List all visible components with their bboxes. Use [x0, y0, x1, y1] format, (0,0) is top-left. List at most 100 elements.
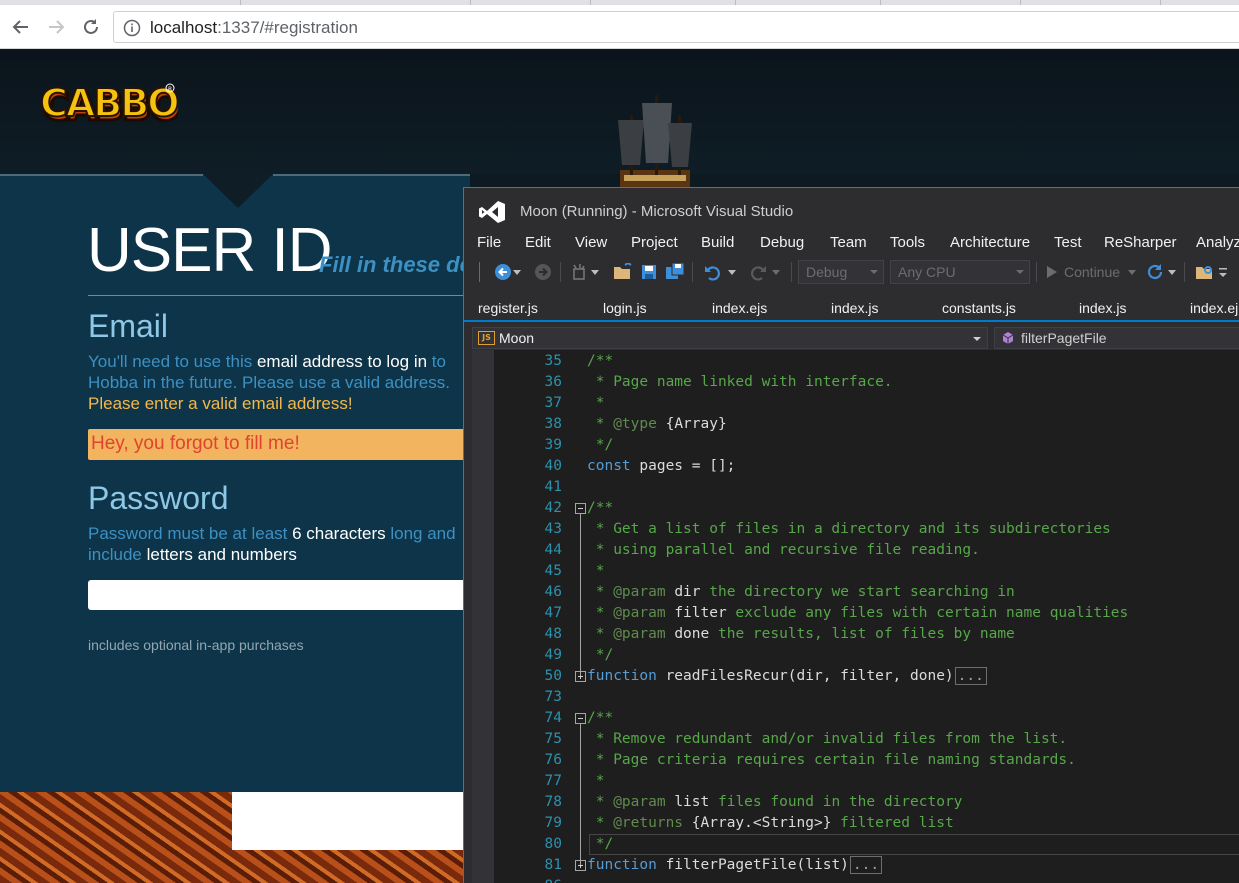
code-line[interactable]: 37 *	[494, 393, 1239, 414]
vs-titlebar[interactable]: Moon (Running) - Microsoft Visual Studio	[464, 188, 1239, 232]
navigation-bar: JS Moon filterPagetFile	[472, 326, 1239, 350]
back-circle-icon	[495, 264, 511, 280]
code-token: *	[587, 416, 614, 432]
code-line[interactable]: 36 * Page name linked with interface.	[494, 372, 1239, 393]
menu-test[interactable]: Test	[1054, 234, 1082, 251]
line-number: 41	[544, 479, 562, 495]
email-field[interactable]: Hey, you forgot to fill me!	[88, 429, 470, 460]
code-line[interactable]: 35 /**	[494, 351, 1239, 372]
code-line[interactable]: 47 * @param filter exclude any files wit…	[494, 603, 1239, 624]
continue-button[interactable]: Continue	[1064, 264, 1120, 280]
code-line[interactable]: 74 /**	[494, 708, 1239, 729]
menu-view[interactable]: View	[575, 234, 607, 251]
code-line[interactable]: 43 * Get a list of files in a directory …	[494, 519, 1239, 540]
code-line[interactable]: 81 function filterPagetFile(list)...	[494, 855, 1239, 876]
code-line[interactable]: 76 * Page criteria requires certain file…	[494, 750, 1239, 771]
code-line[interactable]: 38 * @type {Array}	[494, 414, 1239, 435]
back-button[interactable]	[8, 14, 34, 40]
page-subtitle: Fill in these de	[319, 252, 472, 277]
tab-register-js[interactable]: register.js	[478, 300, 538, 316]
code-line[interactable]: 48 * @param done the results, list of fi…	[494, 624, 1239, 645]
tab-index-js-2[interactable]: index.js	[1079, 300, 1126, 316]
code-line[interactable]: 41	[494, 477, 1239, 498]
menu-build[interactable]: Build	[701, 234, 734, 251]
redo-dropdown[interactable]	[770, 261, 782, 283]
continue-dropdown[interactable]	[1126, 261, 1138, 283]
menu-tools[interactable]: Tools	[890, 234, 925, 251]
toolbar-overflow[interactable]	[1216, 261, 1230, 283]
save-all-button[interactable]	[664, 261, 686, 283]
code-line[interactable]: 80 */	[494, 834, 1239, 855]
solution-configuration-select[interactable]: Debug	[798, 260, 884, 284]
menu-architecture[interactable]: Architecture	[950, 234, 1030, 251]
continue-play-button[interactable]	[1040, 261, 1062, 283]
line-number: 40	[544, 458, 562, 474]
address-bar[interactable]: localhost:1337/#registration	[113, 11, 1239, 43]
tab-constants-js[interactable]: constants.js	[942, 300, 1016, 316]
collapsed-region[interactable]: ...	[849, 856, 883, 874]
navigate-forward-button[interactable]	[532, 261, 554, 283]
collapse-icon[interactable]	[575, 503, 586, 514]
new-project-dropdown[interactable]	[589, 261, 601, 283]
code-line[interactable]: 49 */	[494, 645, 1239, 666]
menu-project[interactable]: Project	[631, 234, 678, 251]
tab-index-ejs-2[interactable]: index.ej	[1190, 300, 1238, 316]
line-number: 76	[544, 752, 562, 768]
back-dropdown[interactable]	[511, 261, 523, 283]
code-line[interactable]: 39 */	[494, 435, 1239, 456]
code-text: * @param dir the directory we start sear…	[587, 582, 1015, 603]
tab-index-ejs[interactable]: index.ejs	[712, 300, 767, 316]
undo-dropdown[interactable]	[726, 261, 738, 283]
refresh-button[interactable]	[1144, 261, 1166, 283]
menu-debug[interactable]: Debug	[760, 234, 804, 251]
code-token: pages = [];	[630, 458, 736, 474]
tab-login-js[interactable]: login.js	[603, 300, 647, 316]
code-line[interactable]: 45 *	[494, 561, 1239, 582]
reload-button[interactable]	[78, 14, 104, 40]
code-token: *	[587, 815, 614, 831]
code-line[interactable]: 86	[494, 876, 1239, 883]
code-line[interactable]: 42 /**	[494, 498, 1239, 519]
code-line[interactable]: 78 * @param list files found in the dire…	[494, 792, 1239, 813]
code-line[interactable]: 50 function readFilesRecur(dir, filter, d…	[494, 666, 1239, 687]
solution-platform-select[interactable]: Any CPU	[890, 260, 1030, 284]
forward-button[interactable]	[43, 14, 69, 40]
code-text: * Get a list of files in a directory and…	[587, 519, 1111, 540]
open-file-button[interactable]	[612, 261, 634, 283]
cabbo-logo[interactable]: CABBO CABBO R	[38, 80, 178, 136]
code-line[interactable]: 40 const pages = [];	[494, 456, 1239, 477]
collapse-icon[interactable]	[575, 713, 586, 724]
refresh-dropdown[interactable]	[1166, 261, 1178, 283]
undo-button[interactable]	[702, 261, 724, 283]
footer-box	[232, 792, 470, 850]
code-line[interactable]: 79 * @returns {Array.<String>} filtered …	[494, 813, 1239, 834]
menu-edit[interactable]: Edit	[525, 234, 551, 251]
new-project-button[interactable]	[568, 261, 590, 283]
code-editor[interactable]: 35 /** 36 * Page name linked with interfac…	[472, 350, 1239, 883]
menu-team[interactable]: Team	[830, 234, 867, 251]
menu-resharper[interactable]: ReSharper	[1104, 234, 1177, 251]
url-text: localhost:1337/#registration	[150, 18, 358, 38]
code-line[interactable]: 46 * @param dir the directory we start s…	[494, 582, 1239, 603]
member-dropdown[interactable]: filterPagetFile	[994, 327, 1239, 349]
redo-button[interactable]	[747, 261, 769, 283]
code-line[interactable]: 75 * Remove redundant and/or invalid fil…	[494, 729, 1239, 750]
line-number: 86	[494, 876, 562, 883]
tab-index-js[interactable]: index.js	[831, 300, 878, 316]
code-line[interactable]: 73	[494, 687, 1239, 708]
member-name: filterPagetFile	[1021, 330, 1107, 346]
code-token: @type	[613, 416, 657, 432]
password-field[interactable]	[88, 580, 470, 610]
project-dropdown[interactable]: JS Moon	[472, 327, 988, 349]
code-line[interactable]: 44 * using parallel and recursive file r…	[494, 540, 1239, 561]
menu-file[interactable]: File	[477, 234, 501, 251]
arrow-left-icon	[12, 20, 28, 34]
info-icon[interactable]	[123, 19, 141, 37]
menu-analyze[interactable]: Analyz	[1196, 234, 1239, 251]
save-button[interactable]	[638, 261, 660, 283]
collapsed-region[interactable]: ...	[954, 667, 987, 685]
code-token: /**	[587, 353, 614, 369]
password-help-strong: 6 characters	[292, 524, 386, 543]
code-line[interactable]: 77 *	[494, 771, 1239, 792]
browse-button[interactable]	[1194, 261, 1216, 283]
